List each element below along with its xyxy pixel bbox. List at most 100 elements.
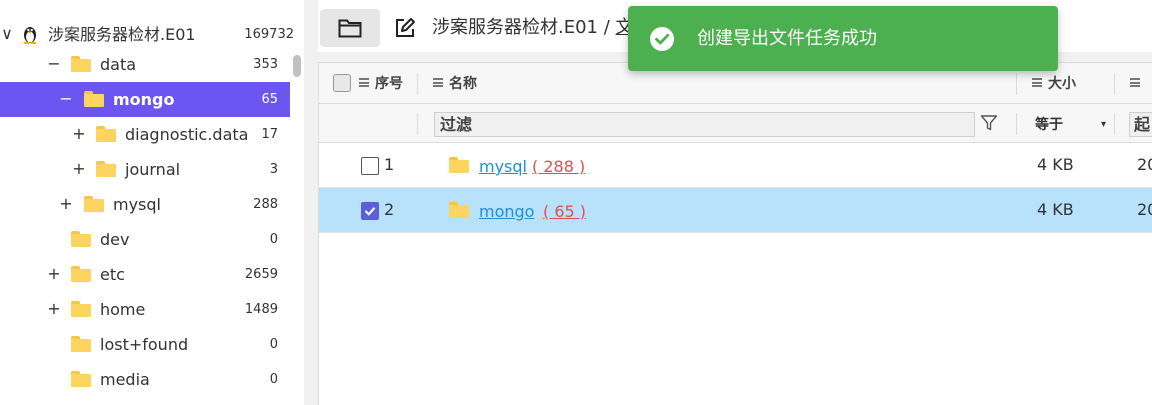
folder-icon	[71, 301, 91, 317]
column-header-name[interactable]: 名称	[433, 75, 477, 93]
tree-toggle[interactable]: −	[59, 90, 73, 108]
tree-item-count: 1489	[244, 302, 278, 317]
tree-item-media[interactable]: media 0	[0, 362, 290, 397]
tree-item-journal[interactable]: + journal 3	[0, 152, 290, 187]
panel-splitter[interactable]	[304, 0, 318, 405]
tree-root-label: 涉案服务器检材.E01	[48, 25, 196, 44]
file-tree-panel: ∨ 涉案服务器检材.E01 169732 − data 353 − mongo …	[0, 0, 304, 405]
tree-item-label: lost+found	[100, 335, 189, 354]
tree-toggle[interactable]: −	[47, 55, 61, 73]
folder-icon	[71, 336, 91, 352]
tree-item-count: 2659	[244, 267, 278, 282]
tree-item-count: 65	[261, 92, 278, 107]
tree-toggle[interactable]: ∨	[0, 25, 14, 43]
filter-row: 过滤 等于 ▾ 起	[319, 104, 1152, 143]
folder-outline-icon	[338, 19, 362, 38]
table-row[interactable]: 1 mysql ( 288 ) 4 KB 20	[319, 143, 1152, 188]
folder-icon	[96, 161, 116, 177]
tree-toggle[interactable]: +	[59, 195, 73, 213]
folder-icon	[96, 126, 116, 142]
column-menu-icon[interactable]	[433, 78, 443, 87]
column-header-date[interactable]	[1130, 75, 1146, 93]
row-name-link[interactable]: mongo	[479, 203, 534, 221]
folder-icon	[71, 371, 91, 387]
breadcrumb-separator: /	[603, 17, 610, 38]
breadcrumb: 涉案服务器检材.E01 / 文件	[432, 17, 652, 39]
row-date: 20	[1137, 200, 1152, 219]
folder-icon	[84, 91, 104, 107]
tree-item-label: home	[100, 300, 146, 319]
tree-item-mysql[interactable]: + mysql 288	[0, 187, 290, 222]
date-from-input[interactable]: 起	[1129, 112, 1152, 137]
column-divider	[417, 113, 418, 135]
folder-icon	[84, 196, 104, 212]
success-toast[interactable]: 创建导出文件任务成功	[628, 6, 1058, 71]
column-header-index[interactable]: 序号	[359, 75, 403, 93]
folder-icon	[71, 56, 91, 72]
row-checkbox[interactable]	[361, 202, 379, 220]
filter-icon[interactable]	[980, 114, 998, 132]
column-divider	[1016, 113, 1017, 135]
tree-item-data[interactable]: − data 353	[0, 47, 290, 82]
tree-item-label: media	[100, 370, 150, 389]
breadcrumb-root[interactable]: 涉案服务器检材.E01	[432, 17, 598, 38]
row-size: 4 KB	[1037, 155, 1074, 174]
row-name-link[interactable]: mysql	[479, 158, 527, 176]
tree-item-diagnostic-data[interactable]: + diagnostic.data 17	[0, 117, 290, 152]
row-index: 1	[384, 155, 395, 174]
column-header-size[interactable]: 大小	[1032, 75, 1076, 93]
toast-message: 创建导出文件任务成功	[697, 28, 877, 49]
table-row[interactable]: 2 mongo ( 65 ) 4 KB 20	[319, 188, 1152, 233]
row-index: 2	[384, 200, 395, 219]
tree-item-count: 353	[253, 57, 278, 72]
tree-scrollbar-thumb[interactable]	[293, 55, 301, 77]
tree-item-label: journal	[125, 160, 181, 179]
column-divider[interactable]	[417, 73, 418, 95]
tree-toggle[interactable]: +	[47, 265, 61, 283]
tree-item-home[interactable]: + home 1489	[0, 292, 290, 327]
row-item-count-link[interactable]: ( 288 )	[532, 158, 585, 176]
select-all-checkbox[interactable]	[333, 74, 351, 92]
size-operator-select[interactable]: 等于	[1035, 116, 1063, 134]
tree-item-label: etc	[100, 265, 125, 284]
tree-root-count: 169732	[244, 27, 294, 42]
column-divider[interactable]	[1016, 73, 1017, 95]
edit-icon[interactable]	[394, 17, 416, 39]
tree-item-count: 17	[261, 127, 278, 142]
file-table: 序号 名称 大小 过滤 等于 ▾ 起 1 mysql ( 288 ) 4 KB …	[318, 62, 1152, 405]
tree-toggle[interactable]: +	[72, 125, 86, 143]
tree-item-label: diagnostic.data	[125, 125, 249, 144]
name-filter-input[interactable]: 过滤	[434, 112, 975, 137]
linux-penguin-icon	[23, 27, 37, 44]
tree-item-count: 0	[269, 372, 278, 387]
row-size: 4 KB	[1037, 200, 1074, 219]
tree-item-mongo[interactable]: − mongo 65	[0, 82, 290, 117]
tree-item-count: 3	[269, 162, 278, 177]
column-divider[interactable]	[1114, 73, 1115, 95]
tree-item-label: dev	[100, 230, 130, 249]
folder-icon	[71, 231, 91, 247]
row-item-count-link[interactable]: ( 65 )	[543, 203, 586, 221]
row-date: 20	[1137, 155, 1152, 174]
column-menu-icon[interactable]	[1032, 78, 1042, 87]
tree-toggle[interactable]: +	[72, 160, 86, 178]
tree-item-lost-found[interactable]: lost+found 0	[0, 327, 290, 362]
folder-icon	[449, 157, 469, 173]
column-divider	[1114, 113, 1115, 135]
tree-toggle[interactable]: +	[47, 300, 61, 318]
folder-icon	[449, 202, 469, 218]
column-menu-icon[interactable]	[359, 78, 369, 87]
row-checkbox[interactable]	[361, 157, 379, 175]
tree-item-count: 0	[269, 232, 278, 247]
tree-item-etc[interactable]: + etc 2659	[0, 257, 290, 292]
open-folder-button[interactable]	[320, 9, 380, 47]
column-menu-icon[interactable]	[1130, 78, 1140, 87]
chevron-down-icon[interactable]: ▾	[1101, 116, 1106, 134]
tree-item-label: mysql	[113, 195, 161, 214]
checkmark-icon	[364, 207, 376, 216]
tree-item-label: mongo	[113, 90, 175, 109]
tree-item-label: data	[100, 55, 137, 74]
tree-item-dev[interactable]: dev 0	[0, 222, 290, 257]
tree-item-count: 288	[253, 197, 278, 212]
tree-item-count: 0	[269, 337, 278, 352]
